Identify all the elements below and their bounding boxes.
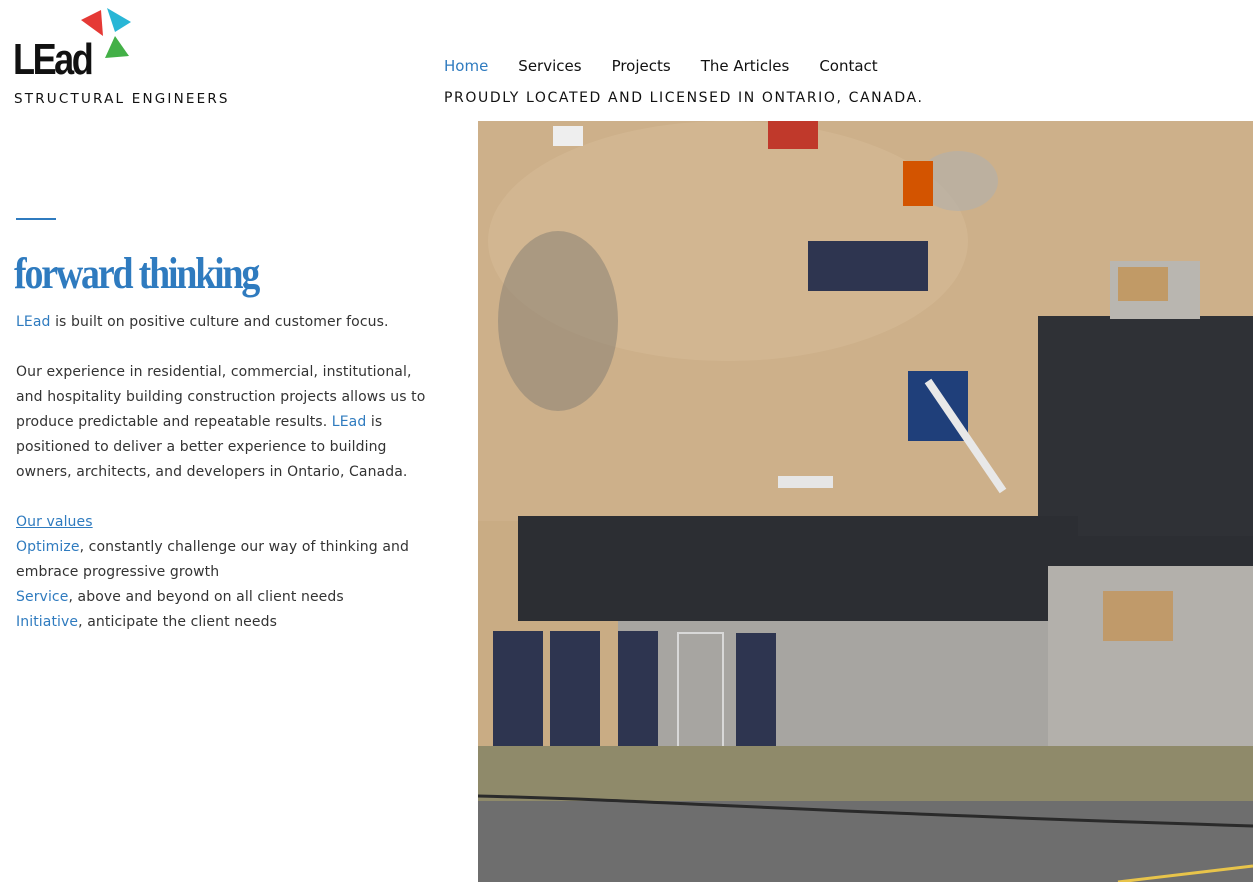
hero-title: forward thinking xyxy=(14,249,260,298)
value-item: Service, above and beyond on all client … xyxy=(16,585,436,610)
construction-site-aerial-image xyxy=(478,121,1253,882)
hero-body: LEad is built on positive culture and cu… xyxy=(16,310,436,635)
intro-paragraph: LEad is built on positive culture and cu… xyxy=(16,310,436,335)
nav-item-projects[interactable]: Projects xyxy=(612,56,671,76)
main-nav: Home Services Projects The Articles Cont… xyxy=(444,56,908,76)
brand-name: LEad xyxy=(331,414,367,430)
brand-name: LEad xyxy=(16,314,51,330)
logo-wordmark: LEad xyxy=(13,35,94,84)
tagline: PROUDLY LOCATED AND LICENSED IN ONTARIO,… xyxy=(444,90,924,106)
value-item: Initiative, anticipate the client needs xyxy=(16,610,436,635)
logo[interactable]: LEad STRUCTURAL ENGINEERS xyxy=(13,8,243,113)
value-item: Optimize, constantly challenge our way o… xyxy=(16,535,436,585)
nav-item-the-articles[interactable]: The Articles xyxy=(701,56,790,76)
nav-item-contact[interactable]: Contact xyxy=(819,56,877,76)
logo-subtitle: STRUCTURAL ENGINEERS xyxy=(14,91,230,107)
nav-item-home[interactable]: Home xyxy=(444,56,488,76)
our-values-link[interactable]: Our values xyxy=(16,514,93,530)
experience-paragraph: Our experience in residential, commercia… xyxy=(16,360,436,485)
page: LEad STRUCTURAL ENGINEERS Home Services … xyxy=(0,0,1253,882)
intro-text: is built on positive culture and custome… xyxy=(50,314,389,330)
value-term: Service xyxy=(16,589,69,605)
value-text: , anticipate the client needs xyxy=(78,614,277,630)
nav-item-services[interactable]: Services xyxy=(518,56,581,76)
value-text: , above and beyond on all client needs xyxy=(68,589,344,605)
value-term: Initiative xyxy=(16,614,79,630)
value-term: Optimize xyxy=(16,539,80,555)
accent-divider xyxy=(16,218,56,220)
